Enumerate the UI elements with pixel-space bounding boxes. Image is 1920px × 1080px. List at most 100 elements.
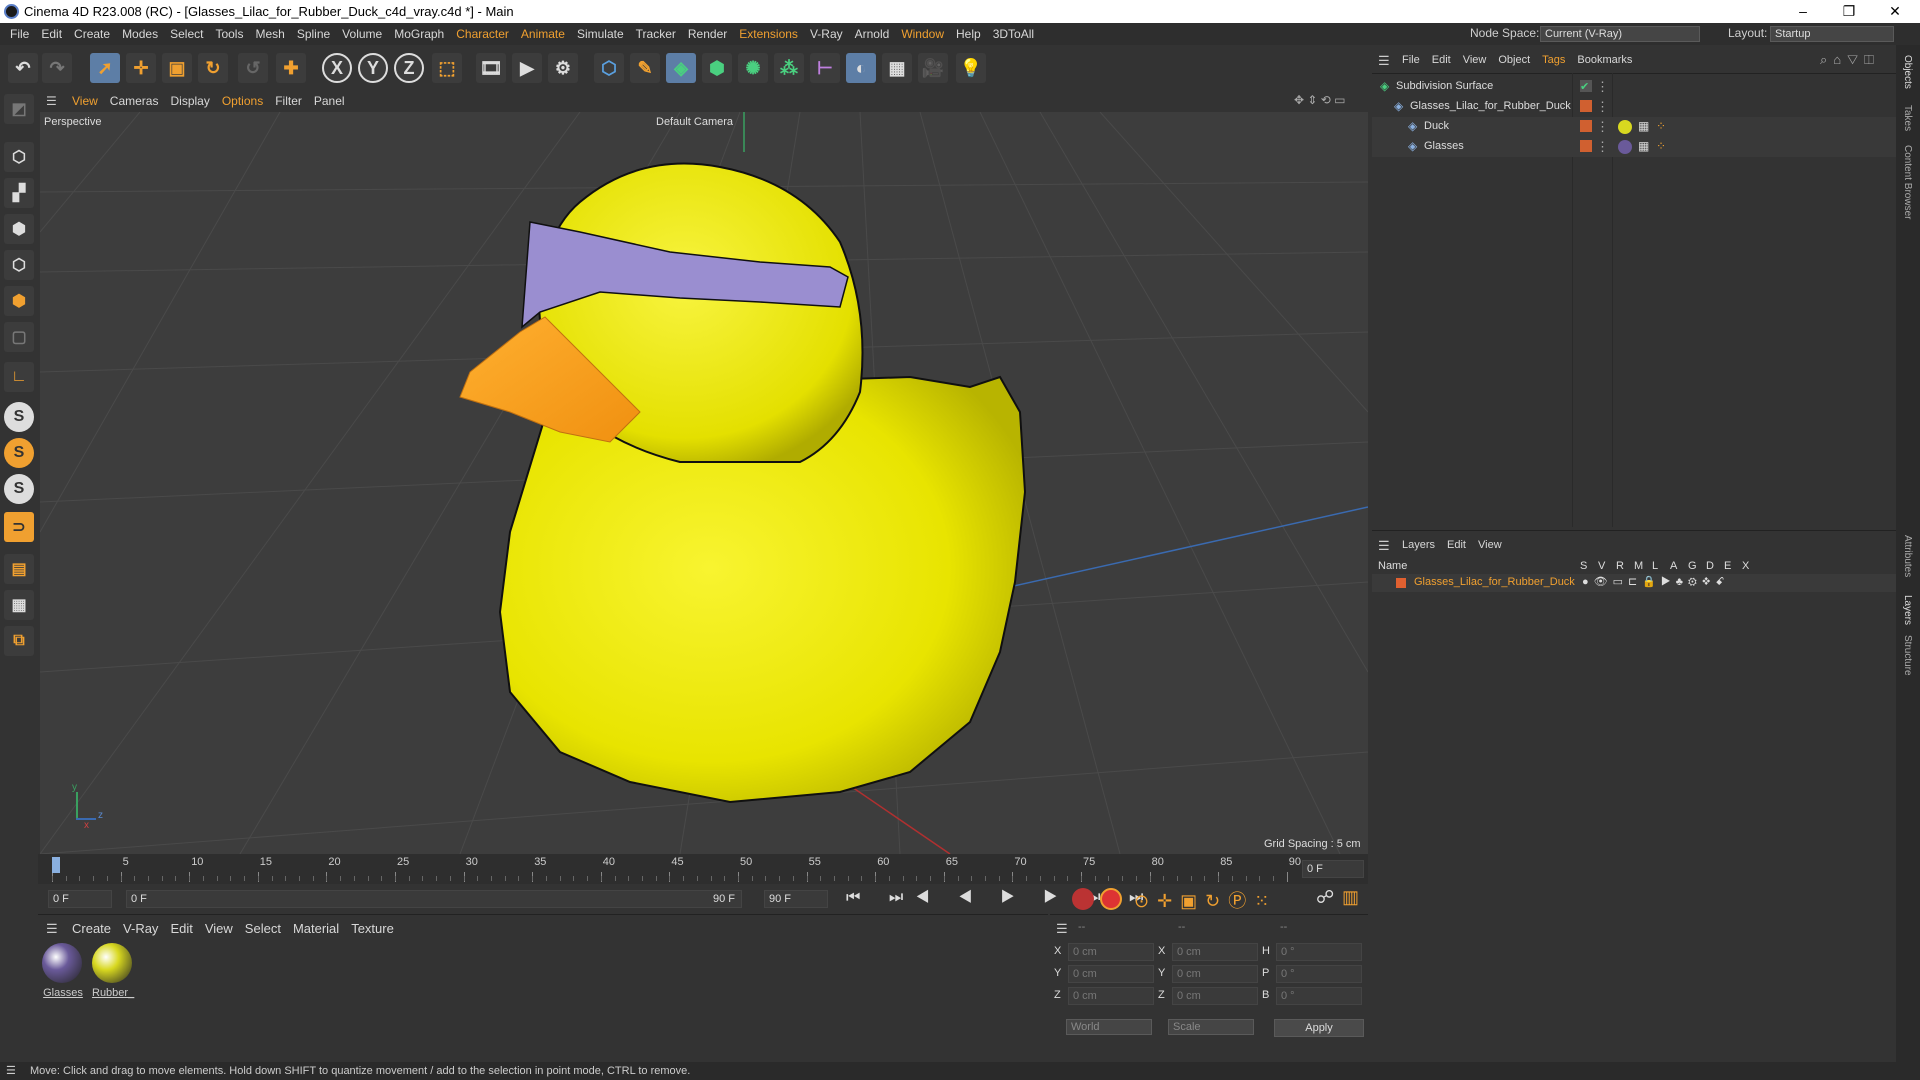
move-tool-icon[interactable]: ✛ [126,53,156,83]
coord-field-b[interactable]: 0 ° [1276,987,1362,1005]
material-menu-edit[interactable]: Edit [170,921,192,936]
vray-tag-icon[interactable]: ⁘ [1656,119,1666,133]
array-icon[interactable]: ⁂ [774,53,804,83]
menu-window[interactable]: Window [901,27,944,41]
object-row[interactable]: ◈ Duck ⋮ ▦ ⁘ [1372,117,1896,137]
viewport-menu-view[interactable]: View [72,94,98,108]
key-tools-icons[interactable]: ⊙✛▣↻Ⓟ⁙ [1134,887,1277,913]
layers-hamburger-icon[interactable]: ☰ [1378,538,1390,554]
coord-field-x[interactable]: 0 cm [1172,943,1258,961]
object-menu-edit[interactable]: Edit [1432,54,1451,66]
menu-extensions[interactable]: Extensions [739,27,798,41]
object-enable-toggle[interactable] [1580,120,1592,132]
object-row[interactable]: ◈ Glasses_Lilac_for_Rubber_Duck ⋮ [1372,97,1896,117]
tab-layers[interactable]: Layers [1902,595,1913,625]
rotate-tool-icon[interactable]: ↻ [198,53,228,83]
object-name[interactable]: Subdivision Surface [1396,80,1493,92]
material-item[interactable]: Glasses [42,943,84,999]
tab-structure[interactable]: Structure [1902,635,1913,676]
hamburger-icon[interactable]: ☰ [46,94,57,108]
menu-mograph[interactable]: MoGraph [394,27,444,41]
timeline-ruler[interactable]: 051015202530354045505560657075808590 0 F [38,854,1368,884]
viewport-menu-options[interactable]: Options [222,94,263,108]
grid-icon[interactable]: ▤ [4,554,34,584]
scale-tool-icon[interactable]: ▣ [162,53,192,83]
field-icon[interactable]: ◐ [846,53,876,83]
playhead[interactable] [52,857,60,873]
layer-menu-view[interactable]: View [1478,539,1502,551]
floor-icon[interactable]: ▦ [882,53,912,83]
coord-field-y[interactable]: 0 cm [1172,965,1258,983]
material-menu-material[interactable]: Material [293,921,339,936]
snap-3d-icon[interactable]: S [4,474,34,504]
vray-tag-icon[interactable]: ⁘ [1656,139,1666,153]
texture-tag-icon[interactable]: ▦ [1638,139,1649,153]
object-menu-object[interactable]: Object [1498,54,1530,66]
menu-render[interactable]: Render [688,27,727,41]
layout-dropdown[interactable]: Startup [1770,26,1894,42]
world-dropdown[interactable]: World [1066,1019,1152,1035]
object-name[interactable]: Duck [1424,120,1449,132]
coord-field-y[interactable]: 0 cm [1068,965,1154,983]
3d-viewport[interactable]: Perspective Default Camera Grid Spacing … [40,112,1368,854]
layer-name[interactable]: Glasses_Lilac_for_Rubber_Duck [1414,576,1575,588]
light-icon[interactable]: 💡 [956,53,986,83]
object-visibility-dots[interactable]: ⋮ [1596,79,1609,95]
menu-spline[interactable]: Spline [297,27,330,41]
material-tag-icon[interactable] [1618,120,1632,134]
menu-mesh[interactable]: Mesh [255,27,284,41]
viewport-menu-cameras[interactable]: Cameras [110,94,159,108]
add-tool-icon[interactable]: ✚ [276,53,306,83]
point-mode-icon[interactable]: ⬢ [4,214,34,244]
object-row[interactable]: ◈ Glasses ⋮ ▦ ⁘ [1372,137,1896,157]
end-frame-field[interactable]: 90 F [764,890,828,908]
checker-icon[interactable]: ▦ [4,590,34,620]
model-mode-icon[interactable]: ⬡ [4,142,34,172]
material-name[interactable]: Rubber_ [92,987,134,999]
render-region-icon[interactable]: 🎞 [476,53,506,83]
menu-tools[interactable]: Tools [215,27,243,41]
material-tag-icon[interactable] [1618,140,1632,154]
viewport-menu-filter[interactable]: Filter [275,94,302,108]
object-menu-bookmarks[interactable]: Bookmarks [1577,54,1632,66]
apply-button[interactable]: Apply [1274,1019,1364,1037]
coord-hamburger-icon[interactable]: ☰ [1056,921,1068,937]
layer-color-swatch[interactable] [1396,578,1406,588]
menu-modes[interactable]: Modes [122,27,158,41]
uv-mode-icon[interactable]: ▢ [4,322,34,352]
tab-objects[interactable]: Objects [1902,55,1913,89]
material-menu-view[interactable]: View [205,921,233,936]
menu-animate[interactable]: Animate [521,27,565,41]
object-visibility-dots[interactable]: ⋮ [1596,99,1609,115]
cube-primitive-icon[interactable]: ⬡ [594,53,624,83]
workplane-icon[interactable]: ∟ [4,362,34,392]
object-name[interactable]: Glasses [1424,140,1464,152]
object-enable-toggle[interactable] [1580,140,1592,152]
coordinate-system-icon[interactable]: ⬚ [432,53,462,83]
object-visibility-dots[interactable]: ⋮ [1596,139,1609,155]
start-frame-field[interactable]: 0 F [48,890,112,908]
object-row[interactable]: ◈ Subdivision Surface ✔ ⋮ [1372,77,1896,97]
menu-3dtoall[interactable]: 3DToAll [993,27,1034,41]
axis-x-button[interactable]: X [322,53,352,83]
node-space-dropdown[interactable]: Current (V-Ray) [1540,26,1700,42]
coord-field-p[interactable]: 0 ° [1276,965,1362,983]
viewport-nav-icons[interactable]: ✥ ⇕ ⟲ ▭ [1294,93,1346,107]
deformer-icon[interactable]: ⊢ [810,53,840,83]
render-settings-icon[interactable]: ⚙ [548,53,578,83]
auto-key-icon[interactable] [1100,888,1122,910]
polygon-mode-icon[interactable]: ⬢ [4,286,34,316]
minimize-button[interactable]: – [1780,0,1826,23]
frame-range-slider[interactable]: 0 F 90 F [126,890,742,908]
coord-field-h[interactable]: 0 ° [1276,943,1362,961]
extrude-icon[interactable]: ⬢ [702,53,732,83]
menu-file[interactable]: File [10,27,29,41]
layer-row[interactable]: Glasses_Lilac_for_Rubber_Duck ●👁▭⊏🔒▶♣⚙❖ꗃ [1372,574,1896,592]
material-menu-select[interactable]: Select [245,921,281,936]
object-search-icons[interactable]: ⌕⌂▽◫ [1820,52,1880,68]
status-hamburger-icon[interactable]: ☰ [6,1064,16,1077]
motion-path-icon[interactable]: ☍ [1316,887,1334,908]
undo-icon[interactable]: ↶ [8,53,38,83]
scale-dropdown[interactable]: Scale [1168,1019,1254,1035]
material-hamburger-icon[interactable]: ☰ [46,921,58,937]
